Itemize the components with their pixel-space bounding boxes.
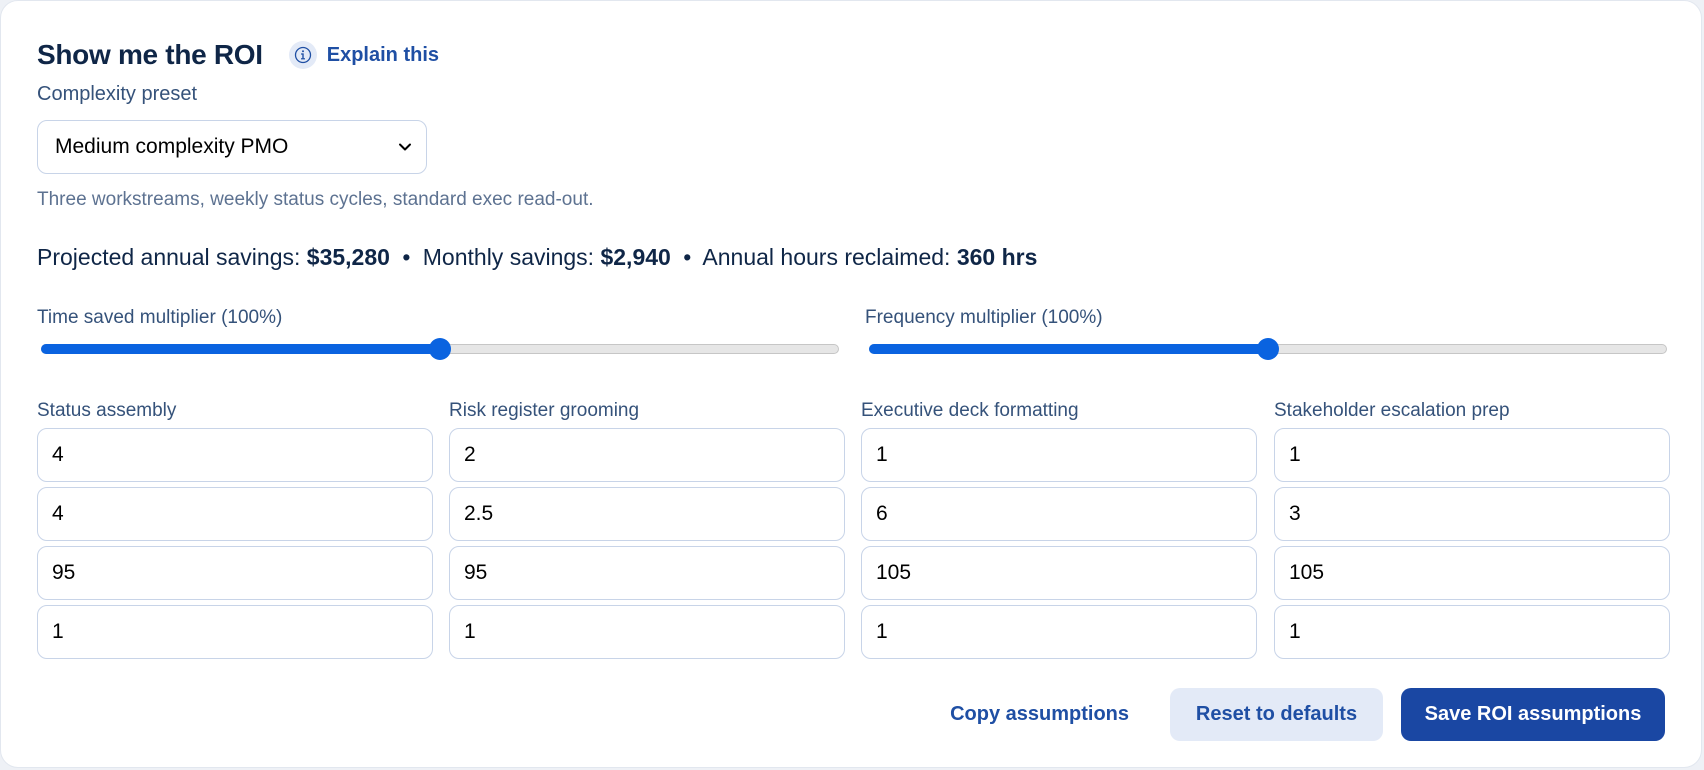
slider-thumb[interactable] bbox=[1257, 338, 1279, 360]
task-input[interactable]: 1 bbox=[1274, 605, 1670, 659]
time-saved-multiplier-slider[interactable] bbox=[37, 337, 843, 361]
task-input[interactable]: 95 bbox=[449, 546, 845, 600]
task-column-risk-register-grooming: Risk register grooming 2 2.5 95 1 bbox=[449, 399, 845, 659]
task-input[interactable]: 2.5 bbox=[449, 487, 845, 541]
save-roi-assumptions-button[interactable]: Save ROI assumptions bbox=[1401, 688, 1665, 741]
frequency-multiplier-slider[interactable] bbox=[865, 337, 1671, 361]
copy-assumptions-button[interactable]: Copy assumptions bbox=[930, 688, 1149, 741]
slider-fill bbox=[869, 344, 1268, 354]
monthly-savings-value: $2,940 bbox=[600, 244, 671, 270]
task-input[interactable]: 1 bbox=[861, 428, 1257, 482]
separator-dot: • bbox=[683, 244, 692, 270]
preset-hint: Three workstreams, weekly status cycles,… bbox=[37, 189, 594, 210]
task-label: Stakeholder escalation prep bbox=[1274, 400, 1510, 421]
chevron-down-icon bbox=[399, 143, 411, 151]
task-input[interactable]: 95 bbox=[37, 546, 433, 600]
complexity-preset-label: Complexity preset bbox=[37, 83, 198, 105]
explain-this-label[interactable]: Explain this bbox=[327, 44, 439, 67]
complexity-preset-value: Medium complexity PMO bbox=[55, 135, 289, 158]
task-input[interactable]: 105 bbox=[861, 546, 1257, 600]
frequency-multiplier-label: Frequency multiplier (100%) bbox=[865, 307, 1103, 328]
annual-savings-value: $35,280 bbox=[306, 244, 390, 270]
task-column-status-assembly: Status assembly 4 4 95 1 bbox=[37, 399, 433, 659]
annual-hours-value: 360 hrs bbox=[956, 244, 1038, 270]
action-buttons: Copy assumptions Reset to defaults Save … bbox=[930, 688, 1665, 741]
monthly-savings-label: Monthly savings: bbox=[422, 244, 595, 270]
task-input[interactable]: 6 bbox=[861, 487, 1257, 541]
task-input[interactable]: 105 bbox=[1274, 546, 1670, 600]
task-label: Executive deck formatting bbox=[861, 400, 1079, 421]
complexity-preset-select[interactable]: Medium complexity PMO bbox=[37, 120, 427, 174]
task-input[interactable]: 4 bbox=[37, 428, 433, 482]
reset-to-defaults-button[interactable]: Reset to defaults bbox=[1170, 688, 1383, 741]
slider-fill bbox=[41, 344, 440, 354]
task-label: Risk register grooming bbox=[449, 400, 640, 421]
time-saved-multiplier: Time saved multiplier (100%) bbox=[37, 307, 843, 361]
task-column-stakeholder-escalation-prep: Stakeholder escalation prep 1 3 105 1 bbox=[1274, 399, 1670, 659]
info-icon[interactable] bbox=[288, 41, 317, 69]
roi-card: Show me the ROI Explain this Complexity … bbox=[0, 0, 1702, 768]
task-input[interactable]: 1 bbox=[37, 605, 433, 659]
page-title: Show me the ROI bbox=[37, 39, 263, 70]
task-label: Status assembly bbox=[37, 400, 177, 421]
annual-hours-label: Annual hours reclaimed: bbox=[702, 244, 951, 270]
separator-dot: • bbox=[402, 244, 411, 270]
task-input[interactable]: 1 bbox=[1274, 428, 1670, 482]
task-column-executive-deck-formatting: Executive deck formatting 1 6 105 1 bbox=[861, 399, 1257, 659]
slider-thumb[interactable] bbox=[429, 338, 451, 360]
task-input[interactable]: 4 bbox=[37, 487, 433, 541]
explain-this-link[interactable]: Explain this bbox=[288, 41, 439, 69]
savings-summary: Projected annual savings: $35,280 • Mont… bbox=[37, 244, 1037, 271]
time-saved-multiplier-label: Time saved multiplier (100%) bbox=[37, 307, 283, 328]
task-input[interactable]: 1 bbox=[449, 605, 845, 659]
frequency-multiplier: Frequency multiplier (100%) bbox=[865, 307, 1671, 361]
task-input[interactable]: 2 bbox=[449, 428, 845, 482]
roi-header: Show me the ROI Explain this bbox=[37, 37, 439, 73]
task-input[interactable]: 3 bbox=[1274, 487, 1670, 541]
annual-savings-label: Projected annual savings: bbox=[37, 244, 301, 270]
task-input[interactable]: 1 bbox=[861, 605, 1257, 659]
